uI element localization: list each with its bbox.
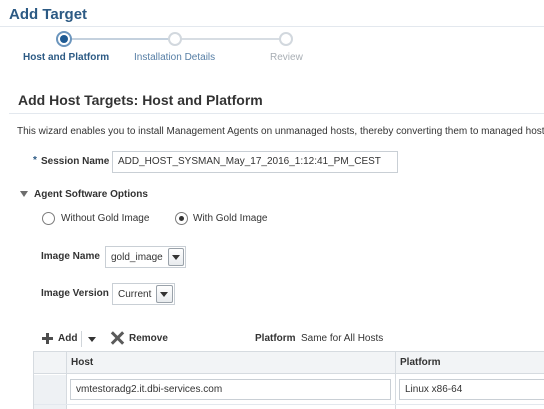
image-name-label: Image Name xyxy=(41,251,100,262)
image-version-value: Current xyxy=(118,288,152,300)
required-marker: * xyxy=(33,155,37,166)
train-stop-review xyxy=(279,32,293,46)
image-version-label: Image Version xyxy=(41,288,109,299)
column-header-host[interactable]: Host xyxy=(71,352,93,374)
train-connector-2 xyxy=(180,38,286,40)
platform-value: Same for All Hosts xyxy=(301,333,384,344)
without-gold-image-label[interactable]: Without Gold Image xyxy=(61,213,149,224)
remove-button[interactable]: Remove xyxy=(129,333,168,344)
table-row-divider xyxy=(34,404,544,405)
train-connector-1 xyxy=(70,38,175,40)
image-name-select[interactable]: gold_image xyxy=(105,246,186,268)
without-gold-image-radio[interactable] xyxy=(42,212,55,225)
train-label-review: Review xyxy=(270,52,303,63)
train-label-installation-details[interactable]: Installation Details xyxy=(134,52,215,63)
toolbar-separator xyxy=(81,331,82,347)
session-name-label: Session Name xyxy=(41,156,110,167)
section-description: This wizard enables you to install Manag… xyxy=(17,126,544,137)
column-divider xyxy=(395,352,396,409)
section-title: Add Host Targets: Host and Platform xyxy=(18,92,263,108)
image-name-value: gold_image xyxy=(111,251,163,263)
with-gold-image-label[interactable]: With Gold Image xyxy=(193,213,267,224)
table-header-row xyxy=(34,352,544,374)
with-gold-image-radio[interactable] xyxy=(175,212,188,225)
page-title: Add Target xyxy=(9,6,88,23)
add-menu-dropdown-icon[interactable] xyxy=(88,337,96,342)
plus-icon[interactable] xyxy=(42,333,53,344)
column-divider xyxy=(66,352,67,409)
session-name-input[interactable]: ADD_HOST_SYSMAN_May_17_2016_1:12:41_PM_C… xyxy=(112,151,398,173)
chevron-down-icon[interactable] xyxy=(156,285,173,303)
add-button[interactable]: Add xyxy=(58,333,77,344)
train-stop-installation-details[interactable] xyxy=(168,32,182,46)
host-cell-input[interactable]: vmtestoradg2.it.dbi-services.com xyxy=(70,379,391,400)
agent-software-options-header[interactable]: Agent Software Options xyxy=(34,189,148,200)
train-label-host-and-platform[interactable]: Host and Platform xyxy=(23,52,109,63)
train-stop-host-and-platform[interactable] xyxy=(56,31,72,47)
collapse-triangle-icon[interactable] xyxy=(20,191,28,197)
platform-cell-select[interactable]: Linux x86-64 xyxy=(399,379,544,400)
section-divider xyxy=(9,113,544,114)
image-version-select[interactable]: Current xyxy=(112,283,175,305)
column-header-platform[interactable]: Platform xyxy=(400,352,441,374)
title-divider xyxy=(0,26,544,27)
platform-label: Platform xyxy=(255,333,296,344)
remove-x-icon[interactable] xyxy=(110,331,124,345)
chevron-down-icon[interactable] xyxy=(167,248,184,266)
